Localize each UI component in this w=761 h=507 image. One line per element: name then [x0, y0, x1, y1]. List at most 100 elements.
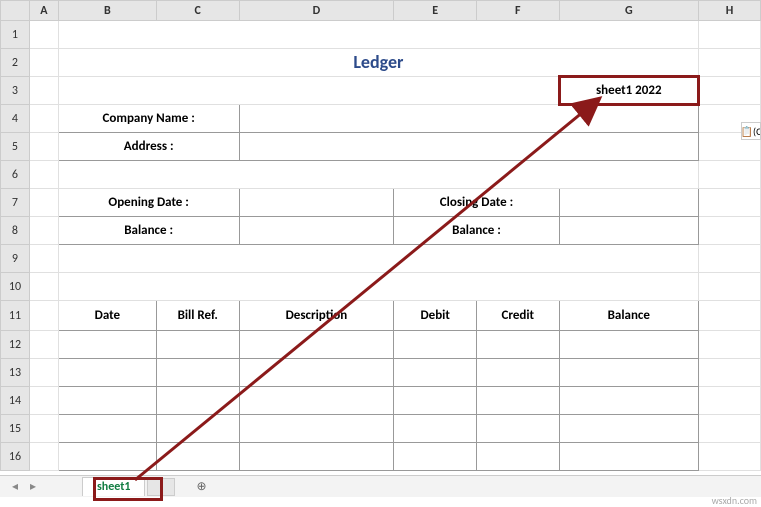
row-header-7[interactable]: 7 — [1, 189, 30, 217]
cell-h8[interactable] — [698, 217, 760, 245]
table-row[interactable] — [394, 359, 477, 387]
table-row[interactable] — [156, 331, 239, 359]
add-sheet-button[interactable]: ⊕ — [191, 477, 211, 497]
table-row[interactable] — [239, 387, 394, 415]
row-header-12[interactable]: 12 — [1, 331, 30, 359]
col-header-h[interactable]: H — [698, 1, 760, 21]
row-header-14[interactable]: 14 — [1, 387, 30, 415]
sheet-tab-placeholder[interactable] — [147, 478, 175, 496]
cell-a3[interactable] — [29, 77, 58, 105]
table-row[interactable] — [476, 415, 559, 443]
cell-h9[interactable] — [698, 245, 760, 273]
th-credit[interactable]: Credit — [476, 301, 559, 331]
table-row[interactable] — [156, 443, 239, 471]
row-header-13[interactable]: 13 — [1, 359, 30, 387]
cell-b1-g1[interactable] — [58, 21, 698, 49]
cell-b3-f3[interactable] — [58, 77, 559, 105]
cell-a7[interactable] — [29, 189, 58, 217]
th-bill-ref[interactable]: Bill Ref. — [156, 301, 239, 331]
cell-h1[interactable] — [698, 21, 760, 49]
col-header-d[interactable]: D — [239, 1, 394, 21]
select-all-corner[interactable] — [1, 1, 30, 21]
table-row[interactable] — [476, 359, 559, 387]
row-header-2[interactable]: 2 — [1, 49, 30, 77]
table-row[interactable] — [58, 415, 156, 443]
company-name-input[interactable] — [239, 105, 698, 133]
cell-h6[interactable] — [698, 161, 760, 189]
table-row[interactable] — [394, 331, 477, 359]
cell-h12[interactable] — [698, 331, 760, 359]
cell-a9[interactable] — [29, 245, 58, 273]
row-header-5[interactable]: 5 — [1, 133, 30, 161]
th-balance[interactable]: Balance — [559, 301, 698, 331]
table-row[interactable] — [156, 415, 239, 443]
table-row[interactable] — [156, 387, 239, 415]
cell-a13[interactable] — [29, 359, 58, 387]
cell-a15[interactable] — [29, 415, 58, 443]
table-row[interactable] — [58, 387, 156, 415]
cell-a14[interactable] — [29, 387, 58, 415]
cell-a10[interactable] — [29, 273, 58, 301]
col-header-e[interactable]: E — [394, 1, 477, 21]
row-header-11[interactable]: 11 — [1, 301, 30, 331]
table-row[interactable] — [58, 359, 156, 387]
col-header-g[interactable]: G — [559, 1, 698, 21]
row-header-10[interactable]: 10 — [1, 273, 30, 301]
opening-balance-input[interactable] — [239, 217, 394, 245]
tab-nav-next[interactable]: ▸ — [25, 479, 41, 495]
table-row[interactable] — [476, 443, 559, 471]
closing-balance-input[interactable] — [559, 217, 698, 245]
row-header-4[interactable]: 4 — [1, 105, 30, 133]
tab-nav-prev[interactable]: ◂ — [7, 479, 23, 495]
cell-a4[interactable] — [29, 105, 58, 133]
ledger-title[interactable]: Ledger — [58, 49, 698, 77]
cell-a11[interactable] — [29, 301, 58, 331]
row-header-1[interactable]: 1 — [1, 21, 30, 49]
col-header-a[interactable]: A — [29, 1, 58, 21]
cell-b6-g6[interactable] — [58, 161, 698, 189]
col-header-c[interactable]: C — [156, 1, 239, 21]
table-row[interactable] — [156, 359, 239, 387]
cell-a1[interactable] — [29, 21, 58, 49]
address-input[interactable] — [239, 133, 698, 161]
table-row[interactable] — [239, 359, 394, 387]
table-row[interactable] — [58, 443, 156, 471]
th-debit[interactable]: Debit — [394, 301, 477, 331]
cell-h14[interactable] — [698, 387, 760, 415]
table-row[interactable] — [394, 443, 477, 471]
cell-h11[interactable] — [698, 301, 760, 331]
row-header-8[interactable]: 8 — [1, 217, 30, 245]
closing-date-input[interactable] — [559, 189, 698, 217]
cell-a16[interactable] — [29, 443, 58, 471]
table-row[interactable] — [239, 443, 394, 471]
row-header-9[interactable]: 9 — [1, 245, 30, 273]
table-row[interactable] — [476, 331, 559, 359]
table-row[interactable] — [559, 387, 698, 415]
table-row[interactable] — [559, 443, 698, 471]
cell-h7[interactable] — [698, 189, 760, 217]
col-header-f[interactable]: F — [476, 1, 559, 21]
row-header-16[interactable]: 16 — [1, 443, 30, 471]
row-header-15[interactable]: 15 — [1, 415, 30, 443]
table-row[interactable] — [239, 415, 394, 443]
row-header-6[interactable]: 6 — [1, 161, 30, 189]
sheet-date-cell[interactable]: sheet1 2022 — [559, 77, 698, 105]
cell-a5[interactable] — [29, 133, 58, 161]
th-description[interactable]: Description — [239, 301, 394, 331]
cell-h13[interactable] — [698, 359, 760, 387]
cell-b9-g9[interactable] — [58, 245, 698, 273]
table-row[interactable] — [559, 359, 698, 387]
opening-date-input[interactable] — [239, 189, 394, 217]
table-row[interactable] — [239, 331, 394, 359]
table-row[interactable] — [394, 387, 477, 415]
cell-a8[interactable] — [29, 217, 58, 245]
cell-a12[interactable] — [29, 331, 58, 359]
row-header-3[interactable]: 3 — [1, 77, 30, 105]
cell-b10-g10[interactable] — [58, 273, 698, 301]
th-date[interactable]: Date — [58, 301, 156, 331]
cell-a6[interactable] — [29, 161, 58, 189]
cell-h10[interactable] — [698, 273, 760, 301]
col-header-b[interactable]: B — [58, 1, 156, 21]
table-row[interactable] — [559, 415, 698, 443]
sheet-tab-active[interactable]: sheet1 — [82, 477, 145, 496]
